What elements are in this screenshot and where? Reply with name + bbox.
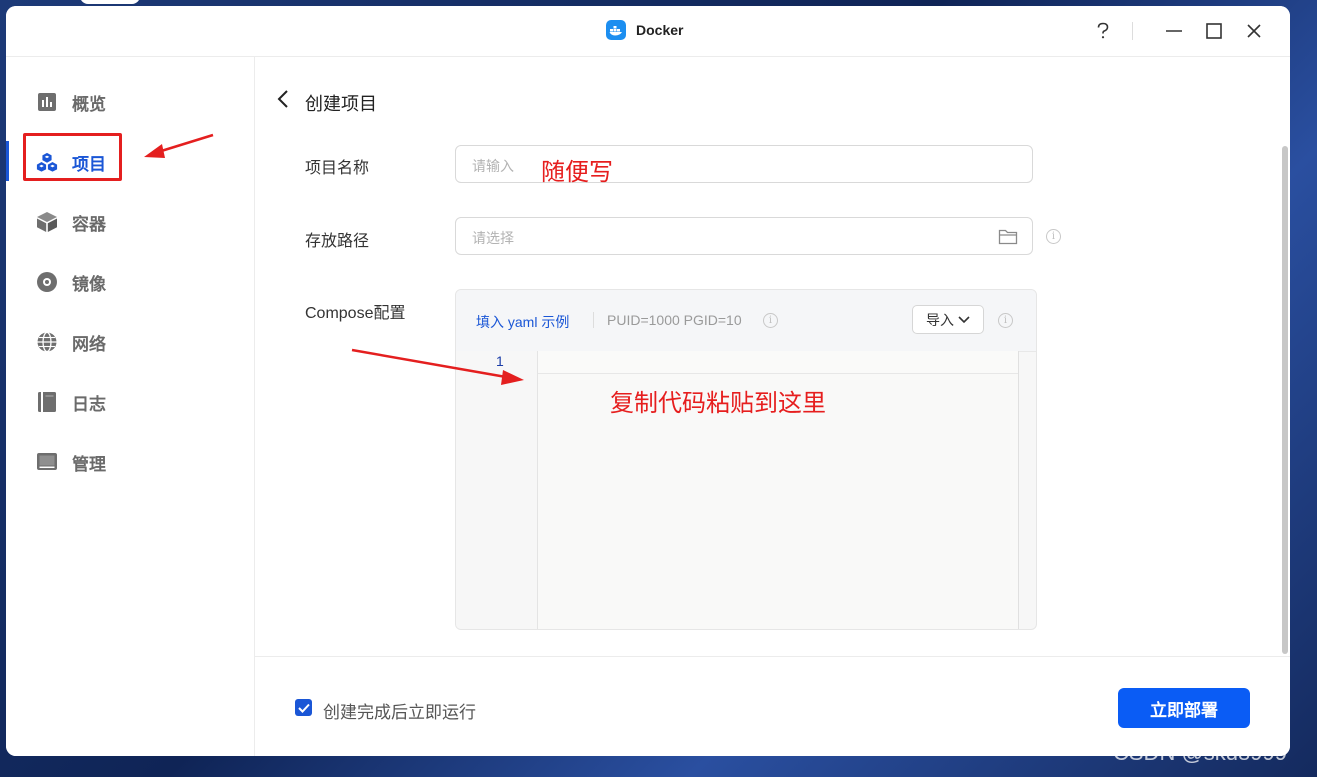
annotation-arrow-editor xyxy=(351,348,524,385)
csdn-watermark: CSDN @skd8999 xyxy=(1113,740,1287,765)
annotation-arrows xyxy=(144,133,524,385)
annotation-arrow-projects xyxy=(144,133,214,158)
